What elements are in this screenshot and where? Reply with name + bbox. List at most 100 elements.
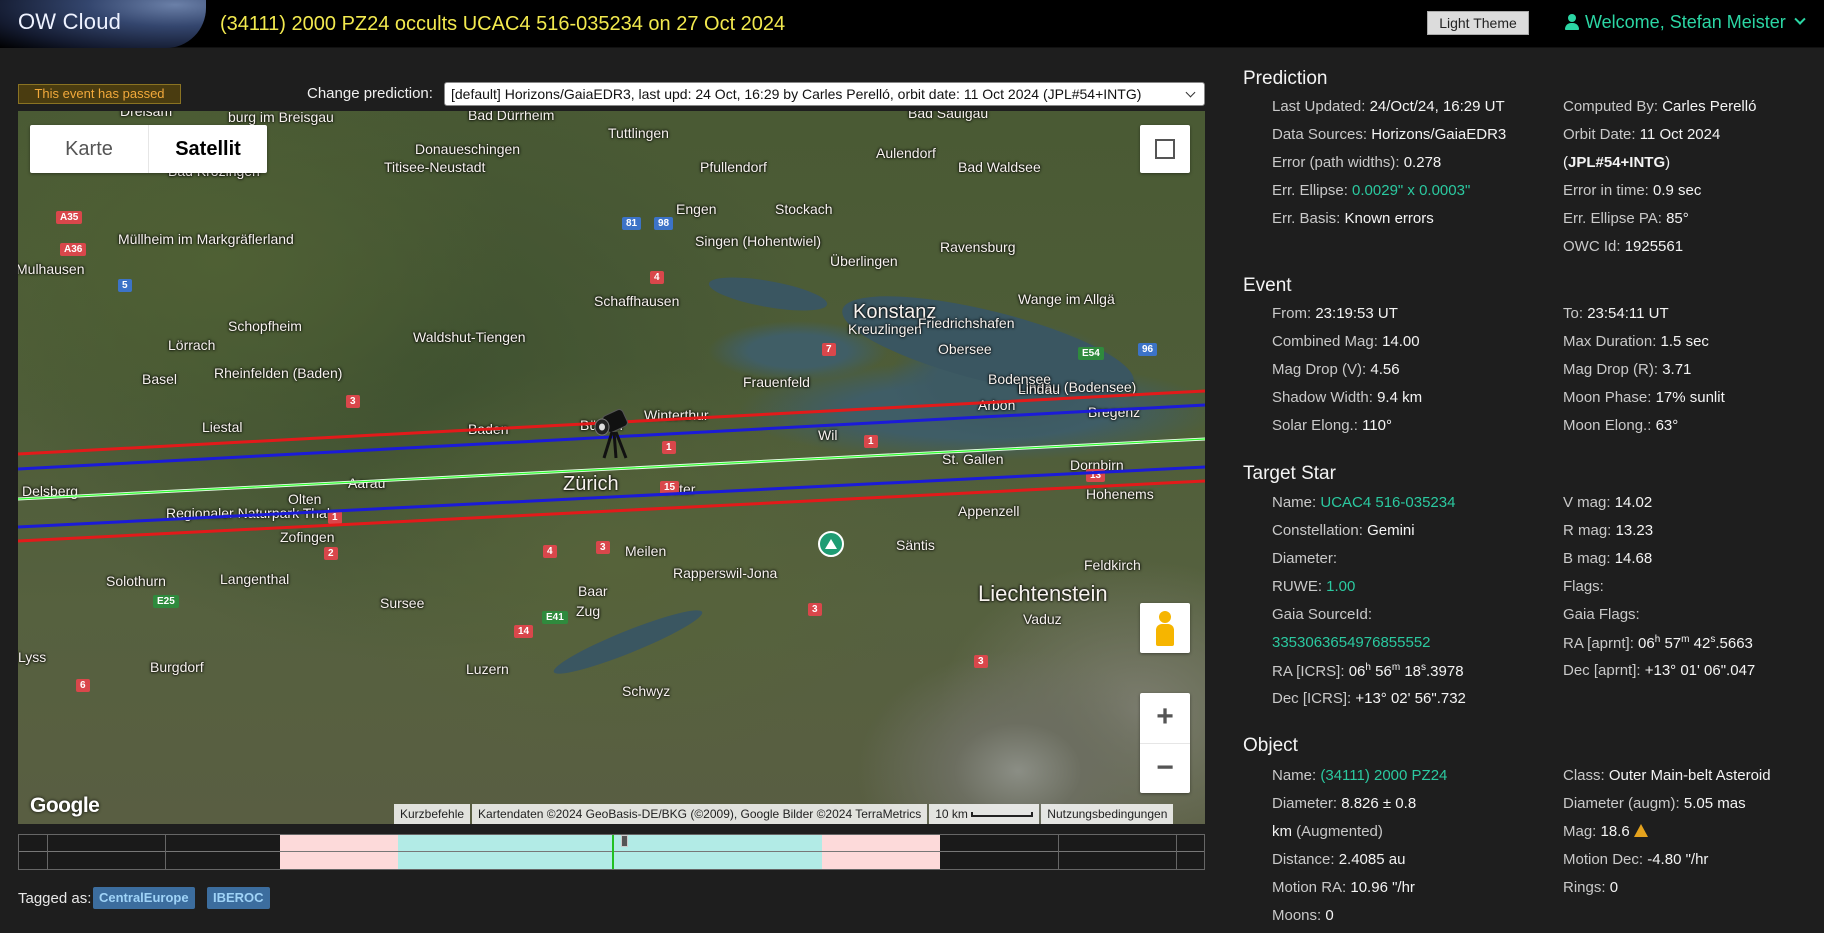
err-pa-value: 85° xyxy=(1666,210,1689,227)
orbit-date-value: 11 Oct 2024 xyxy=(1639,126,1721,143)
dec-icrs-value: +13° 02' 56".732 xyxy=(1355,690,1466,707)
data-sources-value: Horizons/GaiaEDR3 xyxy=(1371,126,1507,143)
shadow-edge-south-line xyxy=(18,465,1205,529)
rmag-label: R mag: xyxy=(1563,522,1612,539)
motion-dec-value: -4.80 "/hr xyxy=(1647,851,1709,868)
last-updated-row: Last Updated: 24/Oct/24, 16:29 UT xyxy=(1272,98,1505,115)
prediction-select-value: [default] Horizons/GaiaEDR3, last upd: 2… xyxy=(451,86,1142,102)
timeline-tick xyxy=(165,835,166,869)
computed-by-label: Computed By: xyxy=(1563,98,1659,115)
brand-name[interactable]: OW Cloud xyxy=(18,9,121,35)
flags-label: Flags: xyxy=(1563,578,1604,595)
timeline-center-marker xyxy=(611,835,614,869)
map-attribution-bar: Kurzbefehle Kartendaten ©2024 GeoBasis-D… xyxy=(394,804,1205,824)
ra-aprnt-value: 06h 57m 42s.5663 xyxy=(1638,634,1753,652)
diameter-augm-row: Diameter (augm): 5.05 mas xyxy=(1563,795,1746,812)
moon-phase-label: Moon Phase: xyxy=(1563,389,1652,406)
mag-drop-v-label: Mag Drop (V): xyxy=(1272,361,1367,378)
map-type-toggle[interactable]: Karte Satellit xyxy=(30,125,267,173)
zoom-in-button[interactable]: + xyxy=(1140,693,1190,743)
combined-mag-label: Combined Mag: xyxy=(1272,333,1378,350)
timeline-tick xyxy=(1176,835,1177,869)
gaia-source-link[interactable]: 3353063654976855552 xyxy=(1272,634,1431,651)
object-name-link[interactable]: (34111) 2000 PZ24 xyxy=(1320,767,1447,784)
telescope-icon[interactable] xyxy=(590,408,636,460)
event-passed-badge: This event has passed xyxy=(18,84,181,104)
moons-row: Moons: 0 xyxy=(1272,907,1334,924)
err-ellipse-link[interactable]: 0.0029" x 0.0003" xyxy=(1352,182,1470,199)
moons-label: Moons: xyxy=(1272,907,1322,924)
target-star-section-title: Target Star xyxy=(1243,463,1336,484)
orbit-code-value: JPL#54+INTG xyxy=(1568,154,1666,171)
max-duration-value: 1.5 sec xyxy=(1660,333,1709,350)
map-scale: 10 km xyxy=(929,804,1040,824)
event-timeline[interactable] xyxy=(18,834,1205,870)
fullscreen-button[interactable] xyxy=(1140,125,1190,173)
timeline-tick xyxy=(1058,835,1059,869)
terms-link[interactable]: Nutzungsbedingungen xyxy=(1041,804,1174,824)
ruwe-link[interactable]: 1.00 xyxy=(1326,578,1355,595)
gaia-flags-label: Gaia Flags: xyxy=(1563,606,1640,623)
object-class-row: Class: Outer Main-belt Asteroid xyxy=(1563,767,1771,784)
map-type-karte[interactable]: Karte xyxy=(30,125,148,173)
chevron-down-icon xyxy=(1185,87,1196,98)
brand-logo[interactable]: OW Cloud xyxy=(0,0,206,48)
flags-row: Flags: xyxy=(1563,578,1604,595)
light-theme-button[interactable]: Light Theme xyxy=(1427,11,1529,35)
event-section-title: Event xyxy=(1243,275,1292,296)
solar-elong-value: 110° xyxy=(1362,417,1392,434)
bmag-value: 14.68 xyxy=(1614,550,1653,567)
err-basis-label: Err. Basis: xyxy=(1272,210,1341,227)
err-ellipse-label: Err. Ellipse: xyxy=(1272,182,1348,199)
map-type-satellit[interactable]: Satellit xyxy=(148,125,267,173)
dec-aprnt-row: Dec [aprnt]: +13° 01' 06".047 xyxy=(1563,662,1755,679)
timeline-tick xyxy=(47,835,48,869)
last-updated-label: Last Updated: xyxy=(1272,98,1366,115)
google-logo: Google xyxy=(30,794,100,817)
rmag-row: R mag: 13.23 xyxy=(1563,522,1653,539)
tag-iberoc[interactable]: IBEROC xyxy=(207,887,270,909)
keyboard-shortcuts-link[interactable]: Kurzbefehle xyxy=(394,804,471,824)
warning-icon[interactable] xyxy=(1633,824,1648,837)
zoom-out-button[interactable]: − xyxy=(1140,743,1190,793)
occultation-path-lines xyxy=(18,389,1205,543)
fullscreen-icon-corner-br xyxy=(1165,149,1175,159)
error-path-value: 0.278 xyxy=(1403,154,1442,171)
dec-icrs-label: Dec [ICRS]: xyxy=(1272,690,1352,707)
tag-centraleurope[interactable]: CentralEurope xyxy=(93,887,195,909)
mountain-icon[interactable] xyxy=(818,531,844,557)
dec-aprnt-label: Dec [aprnt]: xyxy=(1563,662,1641,679)
star-diameter-label: Diameter: xyxy=(1272,550,1338,567)
gaia-source-row: Gaia SourceId: xyxy=(1272,606,1372,623)
top-bar: OW Cloud (34111) 2000 PZ24 occults UCAC4… xyxy=(0,0,1824,48)
shadow-width-row: Shadow Width: 9.4 km xyxy=(1272,389,1422,406)
ra-icrs-value: 06h 56m 18s.3978 xyxy=(1348,662,1464,680)
object-mag-value: 18.6 xyxy=(1600,823,1630,840)
map-view[interactable]: Bad Dürrheim Bad Saulgau Donaueschingen Tut… xyxy=(18,111,1205,824)
moon-elong-row: Moon Elong.: 63° xyxy=(1563,417,1678,434)
star-name-row: Name: UCAC4 516-035234 xyxy=(1272,494,1455,511)
constellation-label: Constellation: xyxy=(1272,522,1363,539)
prediction-select[interactable]: [default] Horizons/GaiaEDR3, last upd: 2… xyxy=(444,82,1205,106)
object-name-row: Name: (34111) 2000 PZ24 xyxy=(1272,767,1447,784)
combined-mag-value: 14.00 xyxy=(1382,333,1420,350)
timeline-slider-handle[interactable] xyxy=(621,835,628,847)
distance-value: 2.4085 au xyxy=(1338,851,1406,868)
object-diameter-unit-row: km (Augmented) xyxy=(1272,823,1383,840)
moon-elong-value: 63° xyxy=(1655,417,1679,434)
event-title: (34111) 2000 PZ24 occults UCAC4 516-0352… xyxy=(220,13,786,35)
gaia-flags-row: Gaia Flags: xyxy=(1563,606,1640,623)
user-menu[interactable]: Welcome, Stefan Meister xyxy=(1565,10,1806,34)
rings-value: 0 xyxy=(1609,879,1619,896)
computed-by-row: Computed By: Carles Perelló xyxy=(1563,98,1756,115)
prediction-section-title: Prediction xyxy=(1243,68,1328,89)
err-ellipse-row: Err. Ellipse: 0.0029" x 0.0003" xyxy=(1272,182,1470,199)
diameter-augm-value: 5.05 mas xyxy=(1683,795,1746,812)
star-name-label: Name: xyxy=(1272,494,1317,511)
mag-drop-v-value: 4.56 xyxy=(1370,361,1400,378)
distance-row: Distance: 2.4085 au xyxy=(1272,851,1405,868)
star-name-link[interactable]: UCAC4 516-035234 xyxy=(1320,494,1455,511)
object-diameter-value: 8.826 ± 0.8 xyxy=(1341,795,1417,812)
street-view-pegman-icon[interactable] xyxy=(1140,603,1190,653)
ruwe-label: RUWE: xyxy=(1272,578,1322,595)
